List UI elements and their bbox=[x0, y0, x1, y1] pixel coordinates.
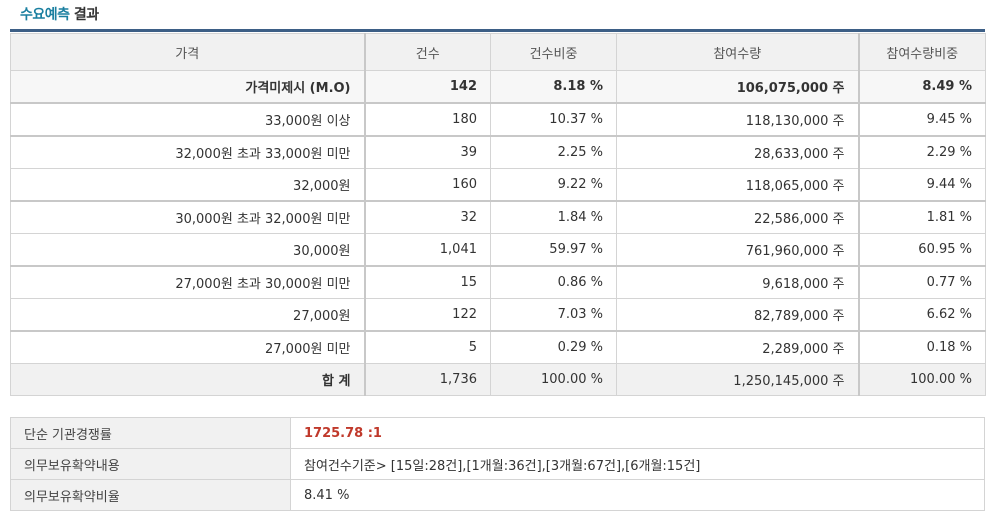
quantity-cell: 761,960,000 주 bbox=[616, 233, 860, 267]
qty-ratio-cell: 0.77 % bbox=[858, 265, 986, 299]
table-header-row: 가격 건수 건수비중 참여수량 참여수량비중 bbox=[10, 33, 986, 71]
table-row: 33,000원 이상 180 10.37 % 118,130,000 주 9.4… bbox=[10, 102, 986, 137]
count-cell: 180 bbox=[364, 102, 491, 137]
count-ratio-cell: 10.37 % bbox=[490, 102, 617, 137]
quantity-cell: 9,618,000 주 bbox=[616, 265, 860, 299]
table-row: 27,000원 미만 5 0.29 % 2,289,000 주 0.18 % bbox=[10, 330, 986, 364]
qty-ratio-cell: 6.62 % bbox=[858, 298, 986, 332]
quantity-cell: 82,789,000 주 bbox=[616, 298, 860, 332]
quantity-cell: 118,130,000 주 bbox=[616, 102, 860, 137]
section-title-accent: 수요예측 bbox=[20, 7, 70, 23]
summary-row-lockup: 의무보유확약내용 참여건수기준> [15일:28건],[1개월:36건],[3개… bbox=[10, 448, 985, 480]
count-cell: 15 bbox=[364, 265, 491, 299]
table-row: 32,000원 초과 33,000원 미만 39 2.25 % 28,633,0… bbox=[10, 135, 986, 169]
table-row: 30,000원 1,041 59.97 % 761,960,000 주 60.9… bbox=[10, 233, 986, 267]
quantity-cell: 118,065,000 주 bbox=[616, 168, 860, 202]
col-header-count: 건수 bbox=[364, 33, 491, 71]
price-cell: 27,000원 초과 30,000원 미만 bbox=[10, 265, 366, 299]
total-row: 합 계 1,736 100.00 % 1,250,145,000 주 100.0… bbox=[10, 363, 986, 396]
quantity-cell: 106,075,000 주 bbox=[616, 70, 860, 104]
price-cell: 가격미제시 (M.O) bbox=[10, 70, 366, 104]
price-cell: 32,000원 초과 33,000원 미만 bbox=[10, 135, 366, 169]
total-count-cell: 1,736 bbox=[364, 363, 491, 396]
qty-ratio-cell: 60.95 % bbox=[858, 233, 986, 267]
section-title-rest: 결과 bbox=[73, 7, 99, 23]
lockup-value: 참여건수기준> [15일:28건],[1개월:36건],[3개월:67건],[6… bbox=[290, 448, 985, 480]
table-row: 27,000원 122 7.03 % 82,789,000 주 6.62 % bbox=[10, 298, 986, 332]
demand-forecast-table: 가격 건수 건수비중 참여수량 참여수량비중 가격미제시 (M.O) 142 8… bbox=[10, 33, 986, 396]
total-qty-ratio-cell: 100.00 % bbox=[858, 363, 986, 396]
competition-value: 1725.78 :1 bbox=[290, 417, 985, 449]
section-title: 수요예측 결과 bbox=[20, 4, 99, 24]
count-ratio-cell: 0.86 % bbox=[490, 265, 617, 299]
table-row: 30,000원 초과 32,000원 미만 32 1.84 % 22,586,0… bbox=[10, 200, 986, 234]
table-row: 가격미제시 (M.O) 142 8.18 % 106,075,000 주 8.4… bbox=[10, 70, 986, 104]
count-ratio-cell: 8.18 % bbox=[490, 70, 617, 104]
count-cell: 5 bbox=[364, 330, 491, 364]
lockup-ratio-label: 의무보유확약비율 bbox=[10, 479, 291, 511]
count-cell: 32 bbox=[364, 200, 491, 234]
price-cell: 27,000원 미만 bbox=[10, 330, 366, 364]
count-cell: 122 bbox=[364, 298, 491, 332]
total-count-ratio-cell: 100.00 % bbox=[490, 363, 617, 396]
table-row: 27,000원 초과 30,000원 미만 15 0.86 % 9,618,00… bbox=[10, 265, 986, 299]
qty-ratio-cell: 9.44 % bbox=[858, 168, 986, 202]
summary-row-lockup-ratio: 의무보유확약비율 8.41 % bbox=[10, 479, 985, 511]
lockup-ratio-value: 8.41 % bbox=[290, 479, 985, 511]
count-ratio-cell: 1.84 % bbox=[490, 200, 617, 234]
table-row: 32,000원 160 9.22 % 118,065,000 주 9.44 % bbox=[10, 168, 986, 202]
count-ratio-cell: 59.97 % bbox=[490, 233, 617, 267]
qty-ratio-cell: 0.18 % bbox=[858, 330, 986, 364]
count-ratio-cell: 0.29 % bbox=[490, 330, 617, 364]
competition-label: 단순 기관경쟁률 bbox=[10, 417, 291, 449]
count-cell: 160 bbox=[364, 168, 491, 202]
total-label: 합 계 bbox=[10, 363, 366, 396]
price-cell: 32,000원 bbox=[10, 168, 366, 202]
total-quantity-cell: 1,250,145,000 주 bbox=[616, 363, 860, 396]
quantity-cell: 2,289,000 주 bbox=[616, 330, 860, 364]
count-ratio-cell: 2.25 % bbox=[490, 135, 617, 169]
qty-ratio-cell: 1.81 % bbox=[858, 200, 986, 234]
col-header-quantity: 참여수량 bbox=[616, 33, 860, 71]
lockup-label: 의무보유확약내용 bbox=[10, 448, 291, 480]
price-cell: 30,000원 bbox=[10, 233, 366, 267]
count-cell: 142 bbox=[364, 70, 491, 104]
count-ratio-cell: 9.22 % bbox=[490, 168, 617, 202]
summary-row-competition: 단순 기관경쟁률 1725.78 :1 bbox=[10, 417, 985, 449]
price-cell: 27,000원 bbox=[10, 298, 366, 332]
price-cell: 30,000원 초과 32,000원 미만 bbox=[10, 200, 366, 234]
quantity-cell: 22,586,000 주 bbox=[616, 200, 860, 234]
count-ratio-cell: 7.03 % bbox=[490, 298, 617, 332]
qty-ratio-cell: 8.49 % bbox=[858, 70, 986, 104]
title-divider bbox=[10, 29, 985, 32]
col-header-qty-ratio: 참여수량비중 bbox=[858, 33, 986, 71]
quantity-cell: 28,633,000 주 bbox=[616, 135, 860, 169]
qty-ratio-cell: 9.45 % bbox=[858, 102, 986, 137]
col-header-count-ratio: 건수비중 bbox=[490, 33, 617, 71]
price-cell: 33,000원 이상 bbox=[10, 102, 366, 137]
qty-ratio-cell: 2.29 % bbox=[858, 135, 986, 169]
count-cell: 39 bbox=[364, 135, 491, 169]
count-cell: 1,041 bbox=[364, 233, 491, 267]
summary-table: 단순 기관경쟁률 1725.78 :1 의무보유확약내용 참여건수기준> [15… bbox=[10, 417, 985, 511]
col-header-price: 가격 bbox=[10, 33, 366, 71]
